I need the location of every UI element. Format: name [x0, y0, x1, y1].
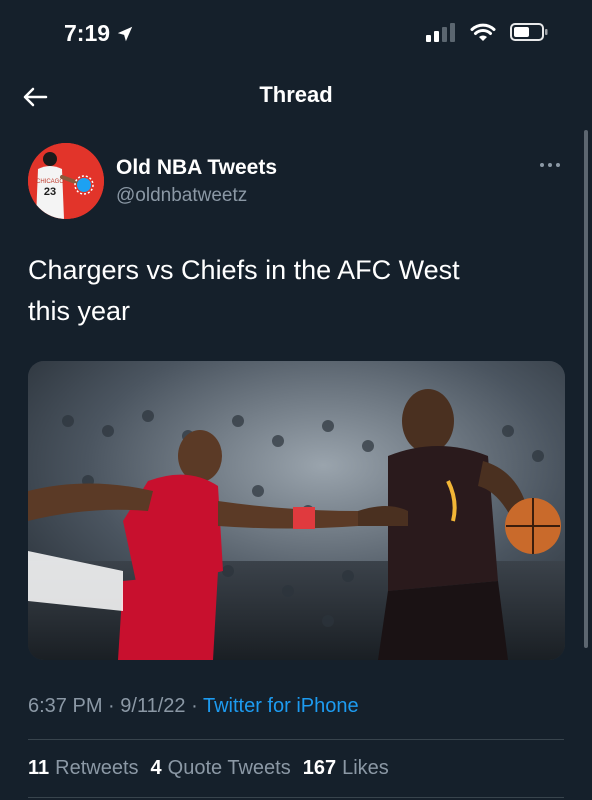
status-time: 7:19 — [64, 20, 134, 47]
likes-label: Likes — [342, 757, 389, 779]
quote-tweets-label: Quote Tweets — [167, 757, 291, 779]
status-bar: 7:19 — [0, 0, 592, 70]
tweet-meta: 6:37 PM · 9/11/22 · Twitter for iPhone — [28, 695, 359, 718]
avatar-team-text: CHICAGO — [36, 179, 64, 185]
author-name[interactable]: Old NBA Tweets — [116, 156, 277, 180]
quote-tweets-stat[interactable]: 4 Quote Tweets — [151, 757, 291, 780]
meta-separator-2: · — [191, 695, 198, 717]
scrollbar[interactable] — [584, 130, 588, 648]
status-icons — [426, 22, 548, 42]
cellular-signal-icon — [426, 23, 455, 42]
more-icon — [540, 163, 560, 167]
page-title: Thread — [259, 82, 333, 107]
divider — [28, 739, 564, 740]
tweet-stats: 11 Retweets 4 Quote Tweets 167 Likes — [28, 757, 389, 780]
battery-icon — [510, 23, 548, 41]
avatar-image: CHICAGO 23 — [28, 143, 104, 219]
tweet-text: Chargers vs Chiefs in the AFC West this … — [28, 255, 460, 326]
avatar-number-text: 23 — [44, 186, 56, 198]
tweet-source-link[interactable]: Twitter for iPhone — [203, 695, 359, 717]
divider-bottom — [28, 797, 564, 798]
author-handle[interactable]: @oldnbatweetz — [116, 185, 247, 207]
more-options-button[interactable] — [538, 153, 562, 177]
quote-tweets-count: 4 — [150, 757, 162, 779]
location-arrow-icon — [117, 26, 133, 41]
retweets-stat[interactable]: 11 Retweets — [28, 757, 139, 780]
tweet-time: 6:37 PM — [28, 695, 103, 717]
thread-header: Thread — [0, 70, 592, 126]
tweet-date: 9/11/22 — [120, 695, 186, 717]
avatar[interactable]: CHICAGO 23 — [28, 143, 104, 219]
meta-separator: · — [108, 695, 115, 717]
likes-count: 167 — [302, 757, 337, 779]
wifi-icon — [470, 23, 496, 41]
tweet-author: CHICAGO 23 Old NBA Tweets @oldnbatweetz — [28, 143, 568, 221]
retweets-label: Retweets — [55, 757, 139, 779]
tweet-media[interactable] — [28, 361, 565, 660]
retweets-count: 11 — [28, 757, 50, 779]
status-time-text: 7:19 — [64, 20, 111, 46]
basketball-photo — [28, 361, 565, 660]
likes-stat[interactable]: 167 Likes — [303, 757, 389, 780]
